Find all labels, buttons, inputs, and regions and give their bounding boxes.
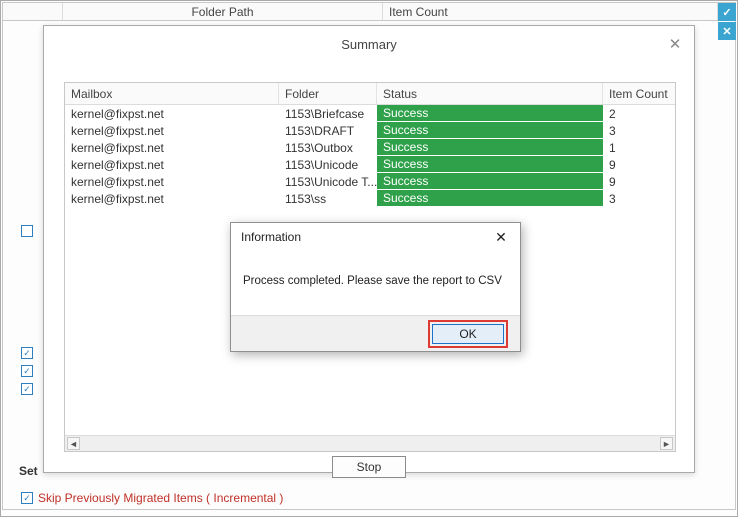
- ok-button[interactable]: OK: [432, 324, 504, 344]
- col-header-folder[interactable]: Folder: [279, 83, 377, 104]
- col-header-item-count[interactable]: Item Count: [603, 83, 675, 104]
- cell-status: Success: [377, 173, 603, 190]
- cell-folder: 1153\Unicode: [279, 156, 377, 173]
- cell-mailbox: kernel@fixpst.net: [65, 173, 279, 190]
- cell-mailbox: kernel@fixpst.net: [65, 122, 279, 139]
- status-badge: Success: [377, 190, 603, 207]
- status-badge: Success: [377, 105, 603, 122]
- col-header-mailbox[interactable]: Mailbox: [65, 83, 279, 104]
- cell-status: Success: [377, 105, 603, 122]
- close-icon[interactable]: ✕: [490, 228, 512, 246]
- bg-column-headers: Folder Path Item Count ▴: [3, 3, 735, 21]
- skip-previously-migrated-label: Skip Previously Migrated Items ( Increme…: [38, 491, 283, 505]
- cell-status: Success: [377, 190, 603, 207]
- scroll-left-icon[interactable]: ◄: [67, 437, 80, 450]
- cell-status: Success: [377, 122, 603, 139]
- check-all-icon[interactable]: ✓: [718, 3, 736, 21]
- cell-item-count: 3: [603, 190, 675, 207]
- cell-mailbox: kernel@fixpst.net: [65, 156, 279, 173]
- status-badge: Success: [377, 156, 603, 173]
- dialog-title: Information: [241, 230, 301, 244]
- cell-mailbox: kernel@fixpst.net: [65, 139, 279, 156]
- ok-button-highlight: OK: [428, 320, 508, 348]
- bg-filter-checkboxes: ✓ ✓ ✓ ✓: [21, 225, 33, 395]
- bg-header-spacer: [3, 3, 63, 20]
- cell-mailbox: kernel@fixpst.net: [65, 190, 279, 207]
- cell-item-count: 1: [603, 139, 675, 156]
- summary-titlebar: Summary ✕: [44, 26, 694, 62]
- cell-item-count: 9: [603, 156, 675, 173]
- cell-mailbox: kernel@fixpst.net: [65, 105, 279, 122]
- cell-status: Success: [377, 156, 603, 173]
- cell-folder: 1153\Outbox: [279, 139, 377, 156]
- table-row[interactable]: kernel@fixpst.net1153\DRAFTSuccess3: [65, 122, 675, 139]
- bg-right-toolbar: ✓ ✕: [718, 3, 736, 40]
- cell-folder: 1153\Unicode T...: [279, 173, 377, 190]
- status-badge: Success: [377, 173, 603, 190]
- bg-checkbox-1[interactable]: ✓: [21, 225, 33, 237]
- scroll-right-icon[interactable]: ►: [660, 437, 673, 450]
- dialog-footer: OK: [231, 315, 520, 351]
- summary-column-headers: Mailbox Folder Status Item Count: [65, 83, 675, 105]
- table-row[interactable]: kernel@fixpst.net1153\UnicodeSuccess9: [65, 156, 675, 173]
- dialog-titlebar: Information ✕: [231, 223, 520, 251]
- summary-title: Summary: [341, 37, 397, 52]
- skip-previously-migrated-checkbox[interactable]: ✓ Skip Previously Migrated Items ( Incre…: [21, 491, 283, 505]
- col-header-status[interactable]: Status: [377, 83, 603, 104]
- status-badge: Success: [377, 122, 603, 139]
- bg-checkbox-4[interactable]: ✓: [21, 383, 33, 395]
- information-dialog: Information ✕ Process completed. Please …: [230, 222, 521, 352]
- uncheck-all-icon[interactable]: ✕: [718, 22, 736, 40]
- set-filter-label: Set: [19, 464, 38, 478]
- bg-checkbox-2[interactable]: ✓: [21, 347, 33, 359]
- cell-item-count: 3: [603, 122, 675, 139]
- cell-item-count: 2: [603, 105, 675, 122]
- close-icon[interactable]: ✕: [666, 35, 684, 53]
- cell-folder: 1153\DRAFT: [279, 122, 377, 139]
- table-row[interactable]: kernel@fixpst.net1153\OutboxSuccess1: [65, 139, 675, 156]
- dialog-message: Process completed. Please save the repor…: [231, 251, 520, 295]
- cell-folder: 1153\Briefcase: [279, 105, 377, 122]
- bg-header-folder-path[interactable]: Folder Path: [63, 3, 383, 20]
- cell-folder: 1153\ss: [279, 190, 377, 207]
- stop-button[interactable]: Stop: [332, 456, 406, 478]
- table-row[interactable]: kernel@fixpst.net1153\ssSuccess3: [65, 190, 675, 207]
- bg-header-item-count[interactable]: Item Count: [383, 3, 718, 20]
- summary-hscrollbar[interactable]: ◄ ►: [65, 435, 675, 451]
- cell-item-count: 9: [603, 173, 675, 190]
- bg-checkbox-3[interactable]: ✓: [21, 365, 33, 377]
- table-row[interactable]: kernel@fixpst.net1153\Unicode T...Succes…: [65, 173, 675, 190]
- summary-rows: kernel@fixpst.net1153\BriefcaseSuccess2k…: [65, 105, 675, 207]
- status-badge: Success: [377, 139, 603, 156]
- cell-status: Success: [377, 139, 603, 156]
- table-row[interactable]: kernel@fixpst.net1153\BriefcaseSuccess2: [65, 105, 675, 122]
